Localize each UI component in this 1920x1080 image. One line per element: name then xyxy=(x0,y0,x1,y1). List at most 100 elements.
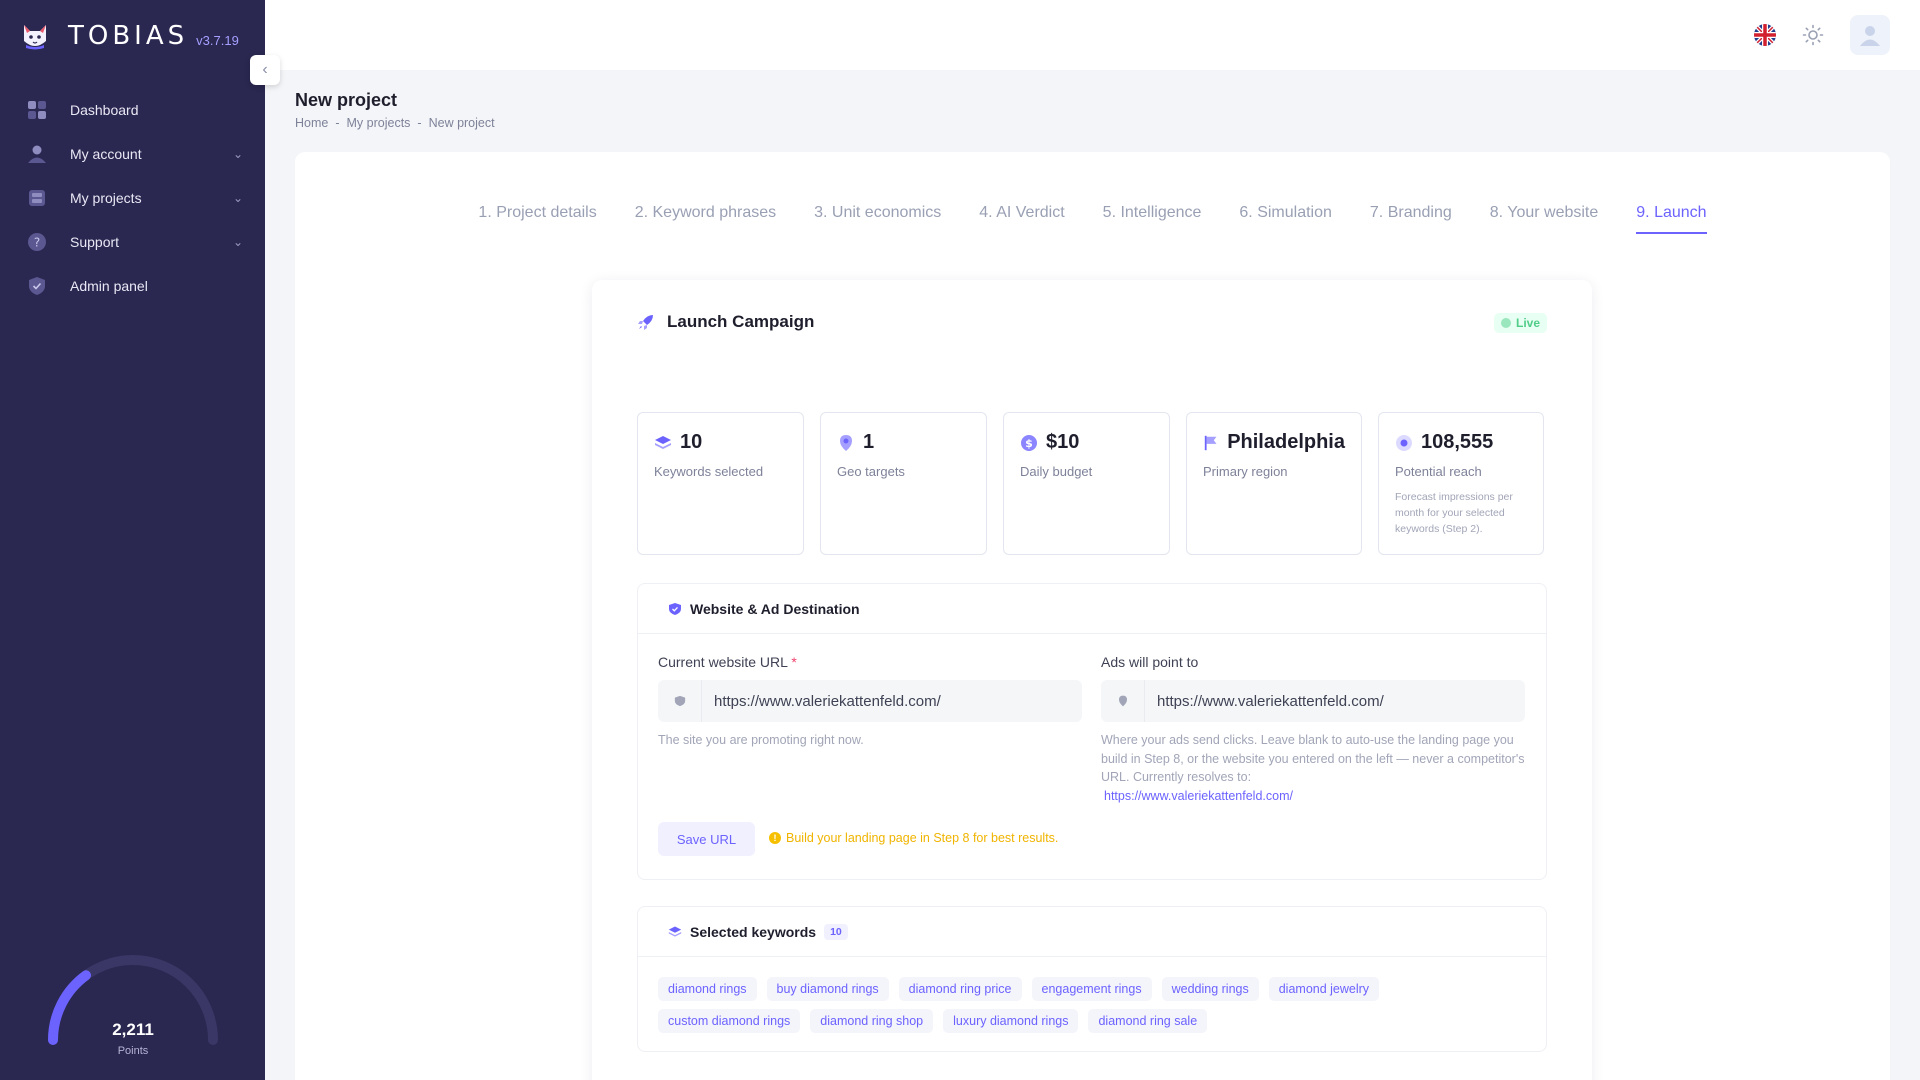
ads-destination-value: https://www.valeriekattenfeld.com/ xyxy=(1157,692,1384,710)
breadcrumb-my-projects[interactable]: My projects xyxy=(347,116,411,130)
stat-label: Keywords selected xyxy=(654,464,764,479)
keyword-tag[interactable]: custom diamond rings xyxy=(658,1009,801,1033)
sidebar-item-support[interactable]: ? Support ⌄ xyxy=(0,220,265,264)
sidebar-item-dashboard[interactable]: Dashboard xyxy=(0,88,265,132)
step-intelligence[interactable]: 5. Intelligence xyxy=(1103,204,1202,234)
shield-icon xyxy=(658,680,702,722)
shield-icon xyxy=(26,275,48,297)
stat-note: Forecast impressions per month for your … xyxy=(1395,491,1513,535)
page-title: New project xyxy=(295,90,398,110)
step-unit-economics[interactable]: 3. Unit economics xyxy=(814,204,941,234)
sidebar-item-my-account[interactable]: My account ⌄ xyxy=(0,132,265,176)
launch-campaign-card: Launch Campaign Live 10 Keywords selecte… xyxy=(592,280,1592,1080)
sidebar-item-my-projects[interactable]: My projects ⌄ xyxy=(0,176,265,220)
points-label: Points xyxy=(117,1045,149,1057)
language-flag-icon[interactable] xyxy=(1754,24,1776,46)
keyword-tag[interactable]: diamond jewelry xyxy=(1268,977,1380,1001)
user-avatar[interactable] xyxy=(1850,15,1890,55)
stat-value: 10 xyxy=(680,431,703,453)
website-destination-section: Website & Ad Destination Current website… xyxy=(637,583,1547,880)
ads-destination-field[interactable]: https://www.valeriekattenfeld.com/ xyxy=(1101,680,1525,722)
campaign-stats: 10 Keywords selected 1 Geo targets $ $10… xyxy=(637,412,1544,555)
breadcrumb: Home - My projects - New project xyxy=(295,116,495,130)
sidebar-collapse-button[interactable]: ‹ xyxy=(250,55,280,85)
stat-primary-region: Philadelphia Primary region xyxy=(1186,412,1362,555)
theme-toggle-icon[interactable] xyxy=(1802,24,1824,46)
status-badge-label: Live xyxy=(1515,316,1540,330)
status-badge: Live xyxy=(1493,313,1547,333)
map-pin-icon xyxy=(1101,680,1145,722)
step-project-details[interactable]: 1. Project details xyxy=(478,204,596,234)
stat-value: Philadelphia xyxy=(1227,431,1345,453)
keywords-section-header: Selected keywords 10 xyxy=(638,907,1546,957)
stat-potential-reach: 108,555 Potential reach Forecast impress… xyxy=(1378,412,1544,555)
launch-campaign-title: Launch Campaign xyxy=(667,312,815,331)
save-url-button[interactable]: Save URL xyxy=(658,822,755,856)
keyword-tag[interactable]: buy diamond rings xyxy=(766,977,889,1001)
app-logo[interactable]: TOBIAS v3.7.19 xyxy=(20,18,239,54)
stat-keywords-selected: 10 Keywords selected xyxy=(637,412,804,555)
user-icon xyxy=(1860,26,1880,46)
stat-daily-budget: $ $10 Daily budget xyxy=(1003,412,1170,555)
stat-geo-targets: 1 Geo targets xyxy=(820,412,987,555)
keyword-tag-list: diamond rings buy diamond rings diamond … xyxy=(658,977,1528,1041)
resolved-url-link[interactable]: https://www.valeriekattenfeld.com/ xyxy=(1104,787,1293,806)
user-icon xyxy=(26,143,48,165)
step-simulation[interactable]: 6. Simulation xyxy=(1239,204,1332,234)
svg-text:?: ? xyxy=(34,236,40,250)
step-keyword-phrases[interactable]: 2. Keyword phrases xyxy=(635,204,776,234)
cat-logo-icon xyxy=(24,25,46,50)
points-gauge: 2,211 Points xyxy=(38,945,228,1065)
keywords-section-title: Selected keywords xyxy=(690,923,817,940)
flag-icon xyxy=(1204,435,1217,450)
step-ai-verdict[interactable]: 4. AI Verdict xyxy=(979,204,1064,234)
step-your-website[interactable]: 8. Your website xyxy=(1490,204,1599,234)
status-dot-icon xyxy=(1500,318,1511,328)
chevron-down-icon: ⌄ xyxy=(232,191,243,205)
step-launch[interactable]: 9. Launch xyxy=(1636,204,1707,234)
breadcrumb-current: New project xyxy=(428,116,495,130)
layers-icon xyxy=(668,926,682,937)
sidebar: TOBIAS v3.7.19 Dashboard My account ⌄ My… xyxy=(0,0,265,1080)
chevron-down-icon: ⌄ xyxy=(232,147,243,161)
shield-icon xyxy=(669,602,681,615)
help-icon: ? xyxy=(26,231,48,253)
sidebar-item-label: Support xyxy=(70,234,120,250)
layers-icon xyxy=(655,435,671,449)
keyword-tag[interactable]: diamond rings xyxy=(658,977,757,1001)
stat-value: $10 xyxy=(1046,431,1080,453)
breadcrumb-home[interactable]: Home xyxy=(295,116,328,130)
sidebar-nav: Dashboard My account ⌄ My projects ⌄ ? S… xyxy=(0,88,265,308)
current-url-help: The site you are promoting right now. xyxy=(658,733,864,747)
top-header xyxy=(265,0,1920,70)
dollar-icon: $ xyxy=(1021,434,1037,451)
keyword-tag[interactable]: engagement rings xyxy=(1031,977,1152,1001)
keyword-tag[interactable]: wedding rings xyxy=(1161,977,1259,1001)
app-version: v3.7.19 xyxy=(196,32,239,48)
website-section-header: Website & Ad Destination xyxy=(638,584,1546,634)
sidebar-item-label: Admin panel xyxy=(70,278,148,294)
landing-page-hint: ! Build your landing page in Step 8 for … xyxy=(769,831,1058,845)
current-url-field[interactable]: https://www.valeriekattenfeld.com/ xyxy=(658,680,1082,722)
map-pin-icon xyxy=(840,434,852,451)
sidebar-item-label: My projects xyxy=(70,190,142,206)
keyword-tag[interactable]: diamond ring sale xyxy=(1088,1009,1208,1033)
sidebar-item-label: Dashboard xyxy=(70,102,139,118)
stat-label: Geo targets xyxy=(837,464,905,479)
current-url-value: https://www.valeriekattenfeld.com/ xyxy=(714,692,941,710)
stat-value: 108,555 xyxy=(1421,431,1494,453)
step-branding[interactable]: 7. Branding xyxy=(1370,204,1452,234)
chevron-left-icon: ‹ xyxy=(262,61,268,78)
points-value: 2,211 xyxy=(112,1020,154,1039)
keyword-tag[interactable]: diamond ring price xyxy=(898,977,1022,1001)
stat-label: Primary region xyxy=(1203,464,1288,479)
chevron-down-icon: ⌄ xyxy=(232,235,243,249)
header-actions xyxy=(1754,15,1890,55)
stat-label: Potential reach xyxy=(1395,464,1482,479)
keywords-count-badge: 10 xyxy=(824,923,848,940)
keyword-tag[interactable]: diamond ring shop xyxy=(810,1009,934,1033)
app-name: TOBIAS xyxy=(68,21,189,51)
required-mark: * xyxy=(791,654,797,670)
sidebar-item-admin-panel[interactable]: Admin panel xyxy=(0,264,265,308)
keyword-tag[interactable]: luxury diamond rings xyxy=(943,1009,1079,1033)
